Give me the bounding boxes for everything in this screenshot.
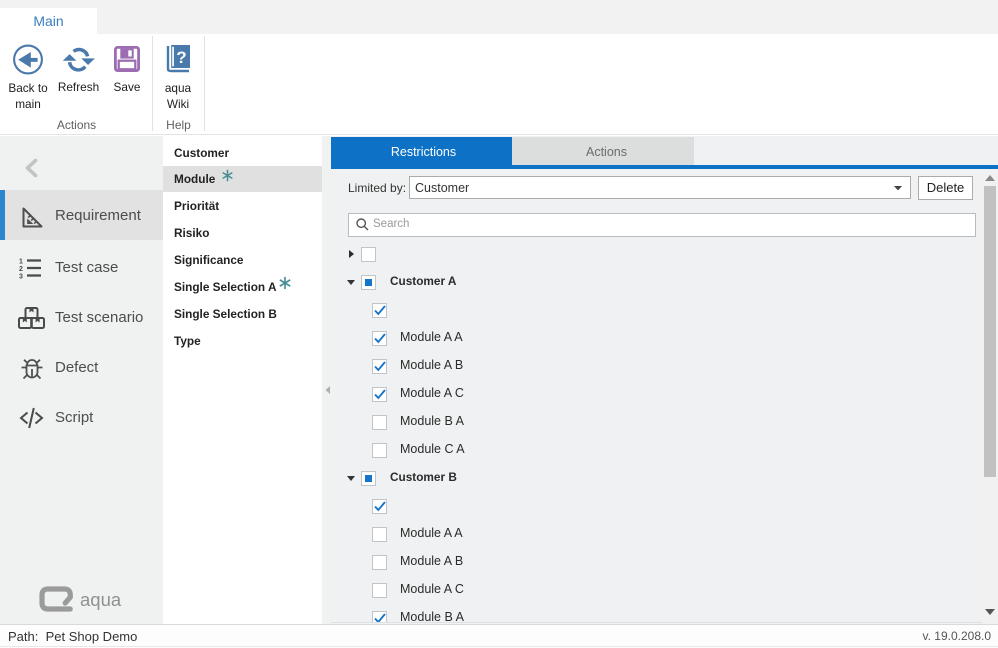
- svg-text:?: ?: [176, 48, 186, 67]
- svg-text:1: 1: [19, 259, 23, 266]
- svg-text:2: 2: [19, 266, 23, 273]
- svg-text:3: 3: [19, 274, 23, 280]
